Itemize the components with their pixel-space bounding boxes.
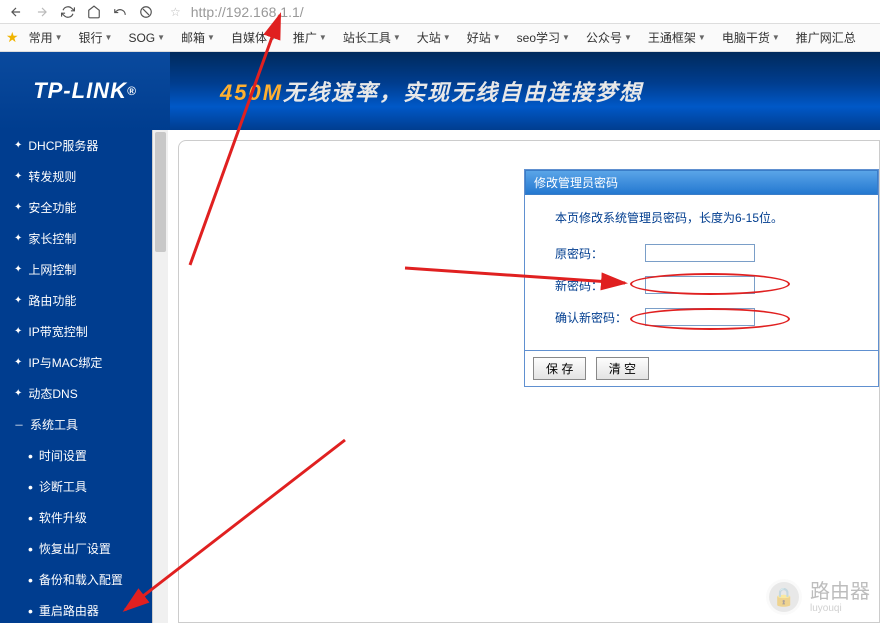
bookmark-item[interactable]: seo学习▼ [511, 27, 576, 48]
banner-text1: 无线速率， [283, 80, 403, 105]
sidebar-item-systools[interactable]: －系统工具 [0, 409, 152, 440]
bookmark-item[interactable]: 自媒体▼ [225, 27, 283, 48]
undo-icon[interactable] [112, 4, 128, 20]
bookmark-item[interactable]: 王通框架▼ [642, 27, 712, 48]
save-button[interactable]: 保 存 [533, 357, 586, 380]
bookmark-item[interactable]: 大站▼ [411, 27, 457, 48]
logo: TP-LINK® [0, 52, 170, 130]
label-confirm-password: 确认新密码： [555, 309, 645, 326]
sidebar-sub-reboot[interactable]: •重启路由器 [0, 595, 152, 623]
sidebar: ✦DHCP服务器 ✦转发规则 ✦安全功能 ✦家长控制 ✦上网控制 ✦路由功能 ✦… [0, 130, 152, 623]
panel-description: 本页修改系统管理员密码，长度为6-15位。 [541, 209, 862, 226]
sidebar-item-security[interactable]: ✦安全功能 [0, 192, 152, 223]
sidebar-item-bandwidth[interactable]: ✦IP带宽控制 [0, 316, 152, 347]
browser-toolbar: ☆ http://192.168.1.1/ [0, 0, 880, 24]
bookmark-item[interactable]: 推广网汇总 [790, 27, 862, 48]
bookmark-star-icon[interactable]: ★ [6, 29, 19, 46]
header-banner: TP-LINK® 450M无线速率，实现无线自由连接梦想 [0, 52, 880, 130]
bookmark-item[interactable]: 电脑干货▼ [716, 27, 786, 48]
sidebar-sub-diag[interactable]: •诊断工具 [0, 471, 152, 502]
clear-button[interactable]: 清 空 [596, 357, 649, 380]
scroll-thumb[interactable] [155, 132, 166, 252]
sidebar-item-ipmac[interactable]: ✦IP与MAC绑定 [0, 347, 152, 378]
reload-icon[interactable] [60, 4, 76, 20]
sidebar-item-ddns[interactable]: ✦动态DNS [0, 378, 152, 409]
back-icon[interactable] [8, 4, 24, 20]
input-confirm-password[interactable] [645, 308, 755, 326]
panel-title: 修改管理员密码 [525, 170, 878, 195]
sidebar-sub-time[interactable]: •时间设置 [0, 440, 152, 471]
sidebar-sub-upgrade[interactable]: •软件升级 [0, 502, 152, 533]
sidebar-item-access[interactable]: ✦上网控制 [0, 254, 152, 285]
address-bar[interactable]: http://192.168.1.1/ [191, 4, 304, 20]
favorite-star-icon[interactable]: ☆ [170, 5, 181, 19]
bookmark-item[interactable]: 邮箱▼ [175, 27, 221, 48]
sidebar-item-routing[interactable]: ✦路由功能 [0, 285, 152, 316]
sidebar-item-dhcp[interactable]: ✦DHCP服务器 [0, 130, 152, 161]
content-area: 修改管理员密码 本页修改系统管理员密码，长度为6-15位。 原密码： 新密码： … [168, 130, 880, 623]
bookmark-item[interactable]: SOG▼ [122, 29, 171, 47]
sidebar-item-parental[interactable]: ✦家长控制 [0, 223, 152, 254]
forward-icon[interactable] [34, 4, 50, 20]
label-new-password: 新密码： [555, 277, 645, 294]
label-old-password: 原密码： [555, 245, 645, 262]
bookmark-item[interactable]: 站长工具▼ [337, 27, 407, 48]
input-old-password[interactable] [645, 244, 755, 262]
banner-speed: 450M [220, 80, 283, 105]
bookmark-item[interactable]: 推广▼ [287, 27, 333, 48]
logo-text: TP-LINK [33, 78, 127, 104]
input-new-password[interactable] [645, 276, 755, 294]
home-icon[interactable] [86, 4, 102, 20]
sidebar-sub-factory[interactable]: •恢复出厂设置 [0, 533, 152, 564]
sidebar-scrollbar[interactable] [152, 130, 168, 623]
stop-icon[interactable] [138, 4, 154, 20]
password-panel: 修改管理员密码 本页修改系统管理员密码，长度为6-15位。 原密码： 新密码： … [524, 169, 879, 387]
bookmark-item[interactable]: 好站▼ [461, 27, 507, 48]
banner: 450M无线速率，实现无线自由连接梦想 [170, 52, 880, 130]
sidebar-sub-backup[interactable]: •备份和载入配置 [0, 564, 152, 595]
sidebar-item-forward[interactable]: ✦转发规则 [0, 161, 152, 192]
bookmark-item[interactable]: 公众号▼ [580, 27, 638, 48]
banner-text2: 实现无线自由连接梦想 [403, 80, 643, 105]
bookmark-item[interactable]: 银行▼ [73, 27, 119, 48]
bookmark-item[interactable]: 常用▼ [23, 27, 69, 48]
bookmark-bar: ★ 常用▼ 银行▼ SOG▼ 邮箱▼ 自媒体▼ 推广▼ 站长工具▼ 大站▼ 好站… [0, 24, 880, 52]
